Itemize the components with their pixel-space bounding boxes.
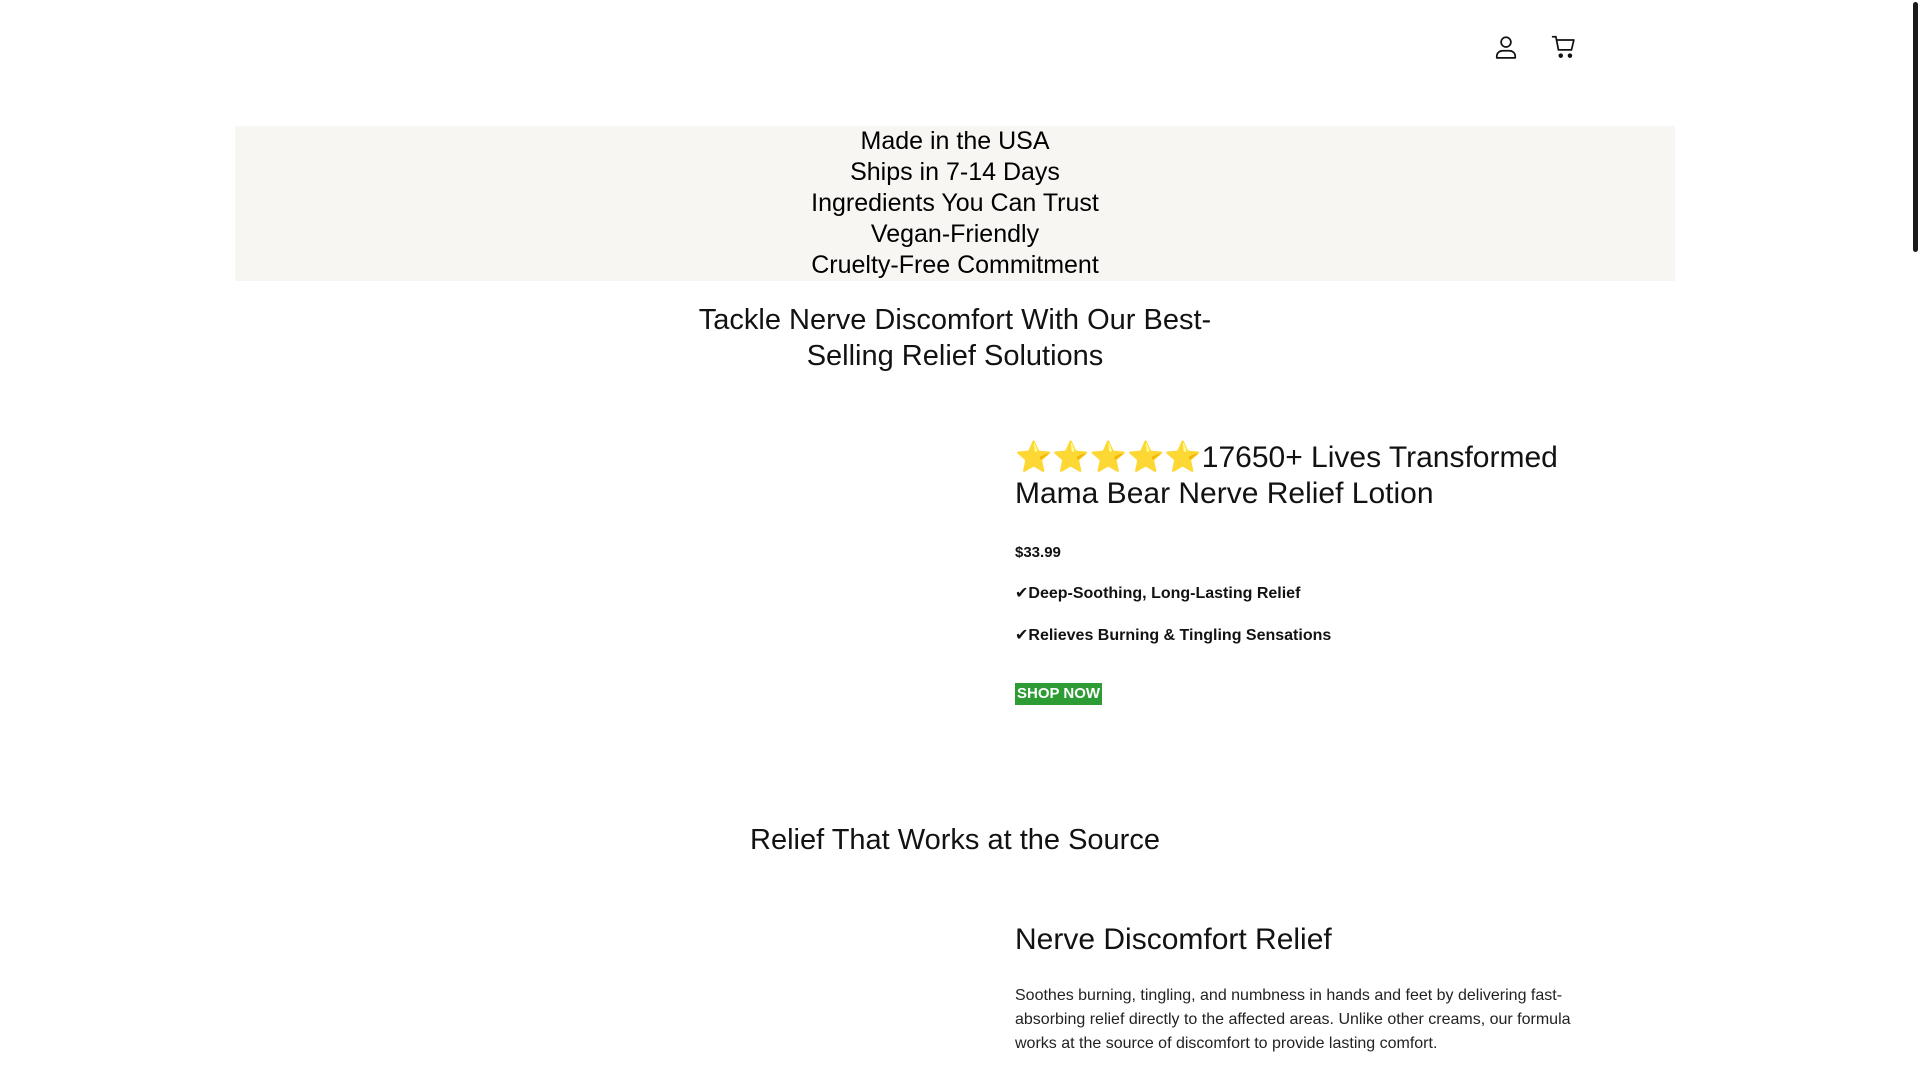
benefit-title: Nerve Discomfort Relief (1015, 923, 1332, 956)
product-feature: ✔Deep-Soothing, Long-Lasting Relief (1015, 585, 1301, 602)
trust-item-usa: Made in the USA (860, 126, 1050, 155)
page: Made in the USA Ships in 7-14 Days Ingre… (0, 0, 1920, 1080)
hero-title-line1: Tackle Nerve Discomfort With Our Best- (698, 304, 1212, 336)
account-icon[interactable] (1493, 34, 1519, 60)
trust-banner: Made in the USA Ships in 7-14 Days Ingre… (235, 126, 1675, 281)
scrollbar-thumb[interactable] (1913, 2, 1918, 252)
trust-item-shipping: Ships in 7-14 Days (850, 157, 1060, 186)
cart-icon[interactable] (1551, 34, 1577, 60)
product-card: ⭐⭐⭐⭐⭐17650+ Lives Transformed Mama Bear … (1015, 440, 1575, 705)
trust-item-ingredients: Ingredients You Can Trust (811, 188, 1099, 217)
section-title-relief: Relief That Works at the Source (750, 824, 1160, 856)
trust-item-vegan: Vegan-Friendly (870, 220, 1040, 249)
product-feature: ✔Relieves Burning & Tingling Sensations (1015, 627, 1332, 644)
site-header (0, 0, 1905, 100)
benefit-text: Soothes burning, tingling, and numbness … (1015, 987, 1571, 1052)
header-icons (1493, 34, 1577, 60)
product-name: Mama Bear Nerve Relief Lotion (1015, 477, 1434, 510)
star-rating-icon: ⭐⭐⭐⭐⭐ (1015, 441, 1202, 474)
rating-line: ⭐⭐⭐⭐⭐17650+ Lives Transformed (1015, 440, 1575, 476)
benefit-block: Nerve Discomfort Relief Soothes burning,… (1015, 922, 1585, 1056)
hero-title: Tackle Nerve Discomfort With Our Best- S… (0, 302, 1910, 374)
rating-text: 17650+ Lives Transformed (1201, 441, 1558, 474)
trust-item-cruelty-free: Cruelty-Free Commitment (811, 251, 1099, 280)
scrollbar-track[interactable] (1905, 0, 1920, 1080)
product-price: $33.99 (1015, 544, 1061, 561)
hero-title-line2: Selling Relief Solutions (806, 340, 1104, 372)
shop-now-button[interactable]: SHOP NOW (1015, 683, 1103, 705)
